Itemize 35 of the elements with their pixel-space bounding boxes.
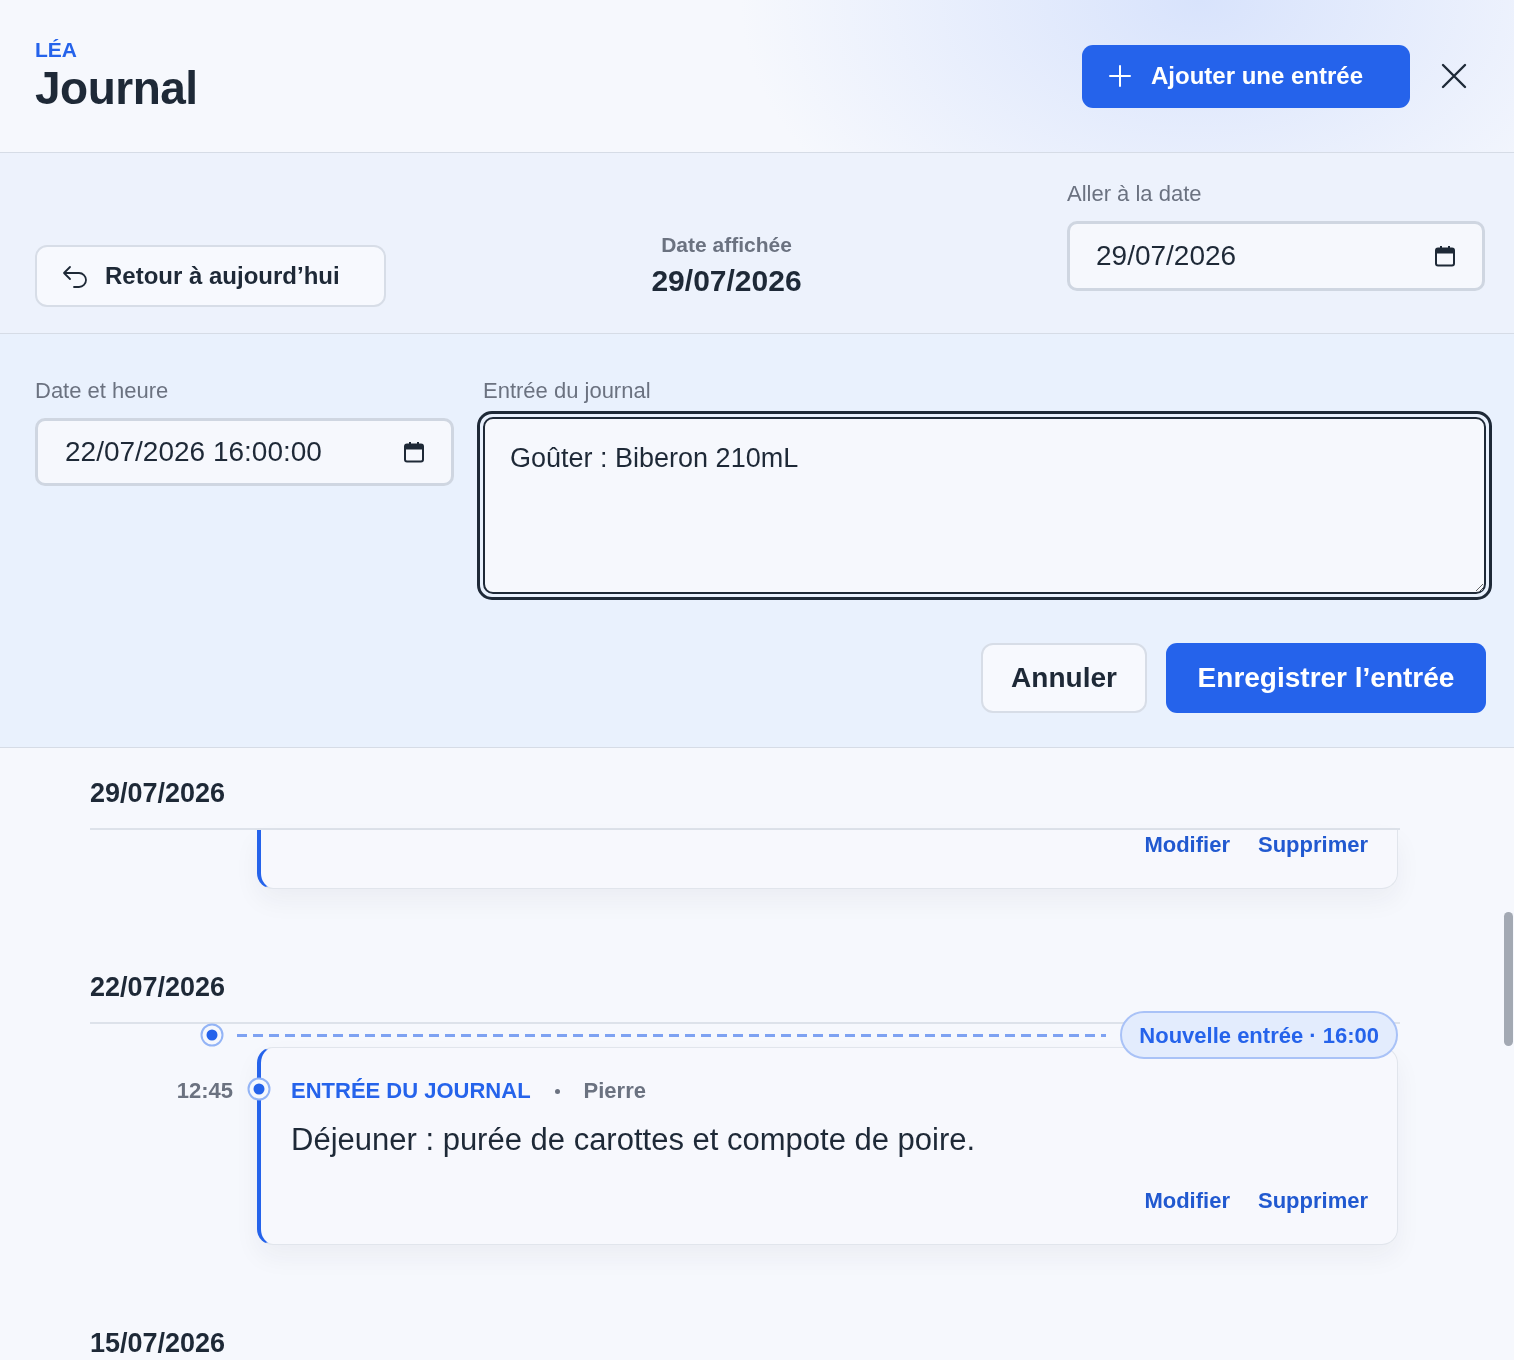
entry-author: Pierre <box>583 1078 646 1104</box>
field-label: Date et heure <box>35 378 170 404</box>
cancel-button[interactable]: Annuler <box>981 643 1147 713</box>
close-icon <box>1441 63 1467 89</box>
entry-text: Déjeuner : purée de carottes et compote de poire. <box>291 1122 977 1158</box>
new-entry-pill: Nouvelle entrée · 16:00 <box>1120 1011 1398 1059</box>
field-label: Entrée du journal <box>483 378 652 404</box>
save-entry-button[interactable]: Enregistrer l’entrée <box>1166 643 1486 713</box>
day-date: 15/07/2026 <box>90 1328 227 1358</box>
entry-type: ENTRÉE DU JOURNAL <box>291 1078 531 1104</box>
marker-dot-icon <box>200 1023 224 1047</box>
displayed-date-label: Date affichée <box>660 232 793 258</box>
close-button[interactable] <box>1441 63 1467 89</box>
datetime-input[interactable]: 22/07/2026 16:00:00 <box>35 418 454 486</box>
calendar-icon[interactable] <box>402 440 426 464</box>
displayed-date: 29/07/2026 <box>650 263 803 299</box>
delete-link[interactable]: Supprimer <box>1257 1188 1368 1214</box>
field-label: Aller à la date <box>1067 181 1203 207</box>
day-date: 22/07/2026 <box>90 972 227 1002</box>
entry-time: 12:45 <box>176 1078 233 1103</box>
undo-arrow-icon <box>61 263 89 289</box>
entry-textarea[interactable]: Goûter : Biberon 210mL <box>477 411 1492 600</box>
separator-dot-icon <box>554 1088 560 1094</box>
day-date: 29/07/2026 <box>90 778 227 808</box>
back-to-today-button[interactable]: Retour à aujourd’hui <box>35 245 386 307</box>
edit-link[interactable]: Modifier <box>1144 1188 1230 1214</box>
scrollbar-thumb[interactable] <box>1504 912 1513 1046</box>
calendar-icon[interactable] <box>1433 244 1457 268</box>
add-entry-button[interactable]: Ajouter une entrée <box>1082 44 1410 108</box>
profile-name: LÉA <box>35 38 78 62</box>
page-title: Journal <box>35 62 198 114</box>
date-input[interactable]: 29/07/2026 <box>1067 221 1485 291</box>
edit-link[interactable]: Modifier <box>1144 832 1230 858</box>
delete-link[interactable]: Supprimer <box>1257 832 1368 858</box>
plus-icon <box>1109 65 1131 87</box>
